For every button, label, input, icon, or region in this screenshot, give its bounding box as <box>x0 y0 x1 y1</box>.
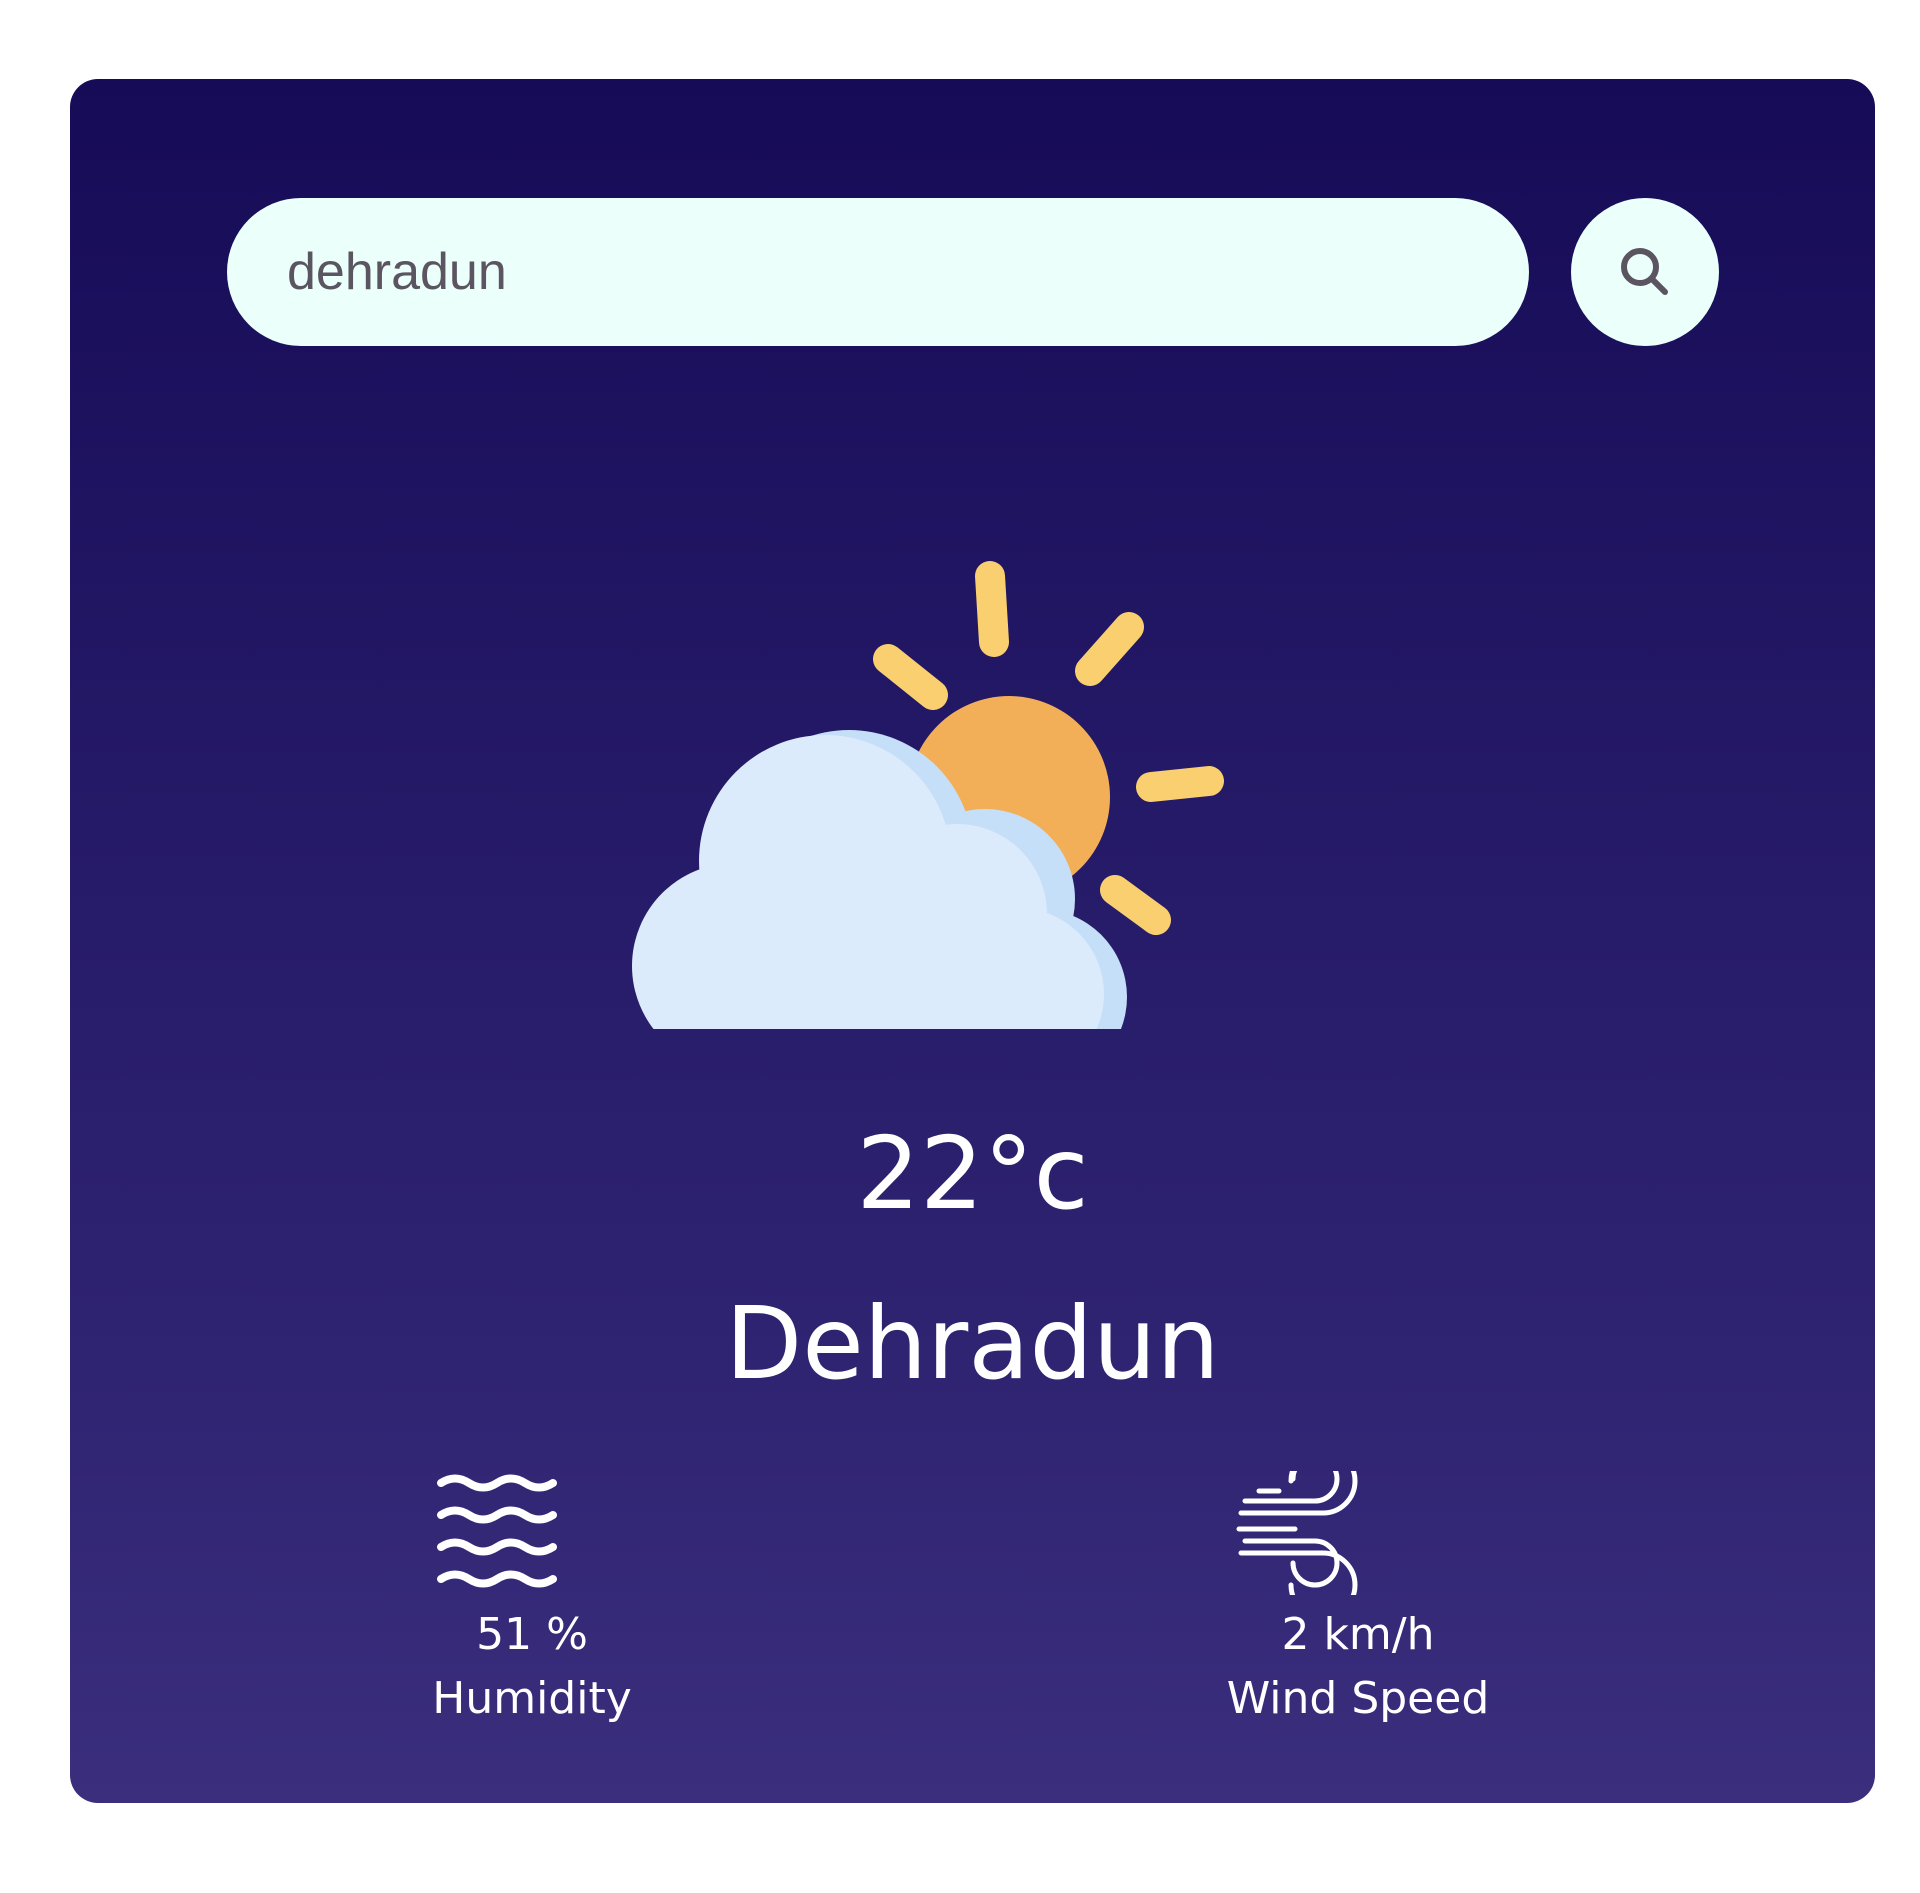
partly-cloudy-icon <box>632 561 1224 1029</box>
weather-card: 22°c Dehradun 51 % Humidity <box>70 79 1875 1803</box>
wind-icon <box>1236 1471 1358 1595</box>
search-button[interactable] <box>1571 198 1719 346</box>
search-icon <box>1621 248 1668 295</box>
wind-speed-value: 2 km/h <box>1281 1609 1435 1660</box>
wind-speed-label: Wind Speed <box>1226 1673 1490 1724</box>
humidity-label: Humidity <box>432 1673 632 1724</box>
humidity-value: 51 % <box>476 1609 588 1660</box>
city-name: Dehradun <box>725 1285 1220 1402</box>
wind-stat: 2 km/h Wind Speed <box>1227 1471 1555 1831</box>
city-search-input[interactable] <box>227 198 1529 346</box>
humidity-waves-icon <box>437 1474 557 1588</box>
temperature: 22°c <box>856 1115 1089 1232</box>
humidity-stat: 51 % Humidity <box>430 1471 710 1831</box>
